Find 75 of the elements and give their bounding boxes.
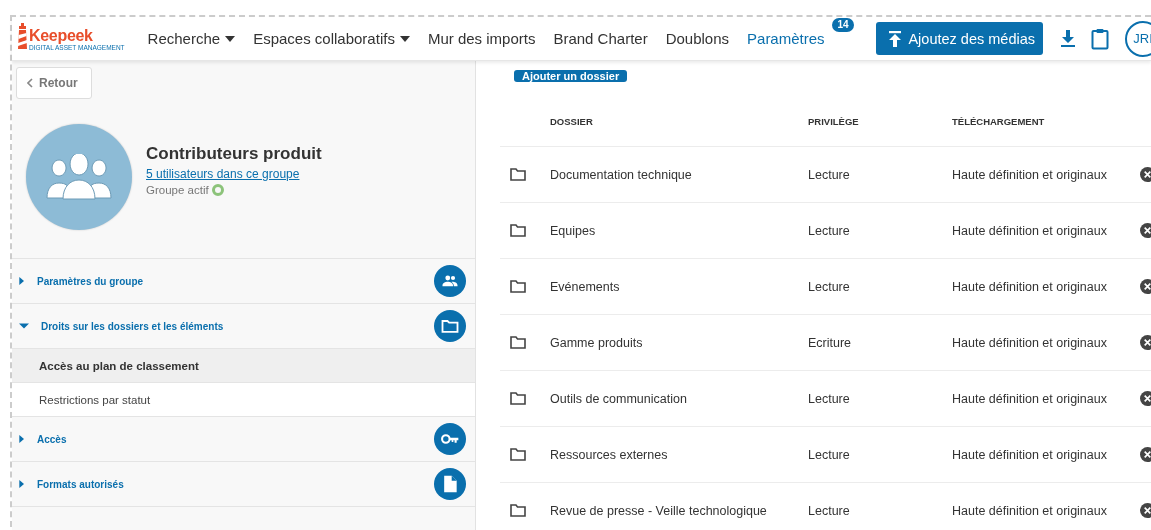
group-people-icon — [45, 154, 113, 200]
folder-icon — [510, 280, 526, 293]
group-name: Contributeurs produit — [146, 144, 322, 164]
column-header: PRIVILÈGE — [808, 116, 860, 127]
folder-icon — [510, 504, 526, 517]
user-avatar[interactable]: JRI — [1125, 20, 1151, 57]
nav-link[interactable]: Mur des imports — [418, 30, 545, 47]
upload-media-button[interactable]: Ajoutez des médias — [876, 22, 1043, 55]
lighthouse-icon — [17, 22, 28, 49]
count-badge: 14 — [832, 18, 854, 32]
file-icon — [434, 468, 466, 500]
download-cell-text: Haute définition et originaux — [952, 223, 1108, 238]
folder-icon — [510, 392, 526, 405]
submenu-item[interactable]: Restrictions par statut — [12, 383, 475, 417]
privilege-cell-text: Lecture — [808, 279, 851, 294]
caret-icon — [225, 35, 236, 42]
nav-link[interactable]: Recherche — [138, 30, 245, 47]
remove-icon[interactable] — [1140, 447, 1151, 462]
remove-icon[interactable] — [1140, 391, 1151, 406]
folder-icon — [510, 168, 526, 181]
nav-link[interactable]: Espaces collaboratifs — [244, 30, 419, 47]
privilege-cell-text: Lecture — [808, 503, 851, 518]
folder-name: Gamme produits — [550, 335, 644, 350]
folder-name: Ressources externes — [550, 447, 669, 462]
caret-down-icon[interactable] — [18, 321, 30, 331]
download-cell-text: Haute définition et originaux — [952, 391, 1108, 406]
folder-name: Outils de communication — [550, 391, 688, 406]
section-title[interactable]: Paramètres du groupe — [37, 275, 434, 287]
caret-right-icon[interactable] — [18, 479, 26, 489]
back-button[interactable]: Retour — [16, 67, 92, 99]
remove-icon[interactable] — [1140, 279, 1151, 294]
remove-icon[interactable] — [1140, 503, 1151, 518]
privilege-cell-text: Ecriture — [808, 335, 853, 350]
remove-icon[interactable] — [1140, 335, 1151, 350]
section-title[interactable]: Formats autorisés — [37, 478, 434, 490]
group-status: Groupe actif — [146, 184, 209, 196]
remove-icon[interactable] — [1140, 167, 1151, 182]
folder-icon — [434, 310, 466, 342]
caret-right-icon[interactable] — [18, 276, 26, 286]
column-header: DOSSIER — [550, 116, 594, 127]
privilege-cell-text: Lecture — [808, 391, 851, 406]
download-cell-text: Haute définition et originaux — [952, 503, 1108, 518]
logo-text[interactable]: Keepeek — [29, 26, 93, 44]
privilege-cell-text: Lecture — [808, 167, 851, 182]
folder-name: Evénements — [550, 279, 621, 294]
folder-name: Documentation technique — [550, 167, 693, 182]
privilege-cell-text: Lecture — [808, 447, 851, 462]
download-icon[interactable] — [1061, 30, 1075, 47]
section-title[interactable]: Droits sur les dossiers et les éléments — [41, 320, 434, 332]
nav-link[interactable]: Brand Charter — [544, 30, 657, 47]
chevron-left-icon — [27, 78, 33, 88]
clipboard-icon[interactable] — [1091, 27, 1109, 50]
nav-link[interactable]: Paramètres — [738, 30, 834, 47]
remove-icon[interactable] — [1140, 223, 1151, 238]
folder-icon — [510, 224, 526, 237]
upload-icon — [888, 30, 903, 47]
column-header: TÉLÉCHARGEMENT — [952, 116, 1046, 127]
submenu-item[interactable]: Accès au plan de classement — [12, 349, 475, 383]
folder-icon — [510, 336, 526, 349]
caret-right-icon[interactable] — [18, 434, 26, 444]
key-icon — [434, 423, 466, 455]
download-cell-text: Haute définition et originaux — [952, 279, 1108, 294]
folder-icon — [510, 448, 526, 461]
download-cell-text: Haute définition et originaux — [952, 167, 1108, 182]
folder-name: Equipes — [550, 223, 597, 238]
add-folder-button[interactable]: Ajouter un dossier — [514, 70, 628, 82]
section-title[interactable]: Accès — [37, 433, 434, 445]
nav-link[interactable]: Doublons — [656, 30, 739, 47]
download-cell-text: Haute définition et originaux — [952, 335, 1108, 350]
members-link[interactable]: 5 utilisateurs dans ce groupe — [146, 167, 322, 181]
caret-icon — [399, 35, 410, 42]
privilege-cell-text: Lecture — [808, 223, 851, 238]
folder-name: Revue de presse - Veille technologique — [550, 503, 768, 518]
people-icon — [434, 265, 466, 297]
download-cell-text: Haute définition et originaux — [952, 447, 1108, 462]
